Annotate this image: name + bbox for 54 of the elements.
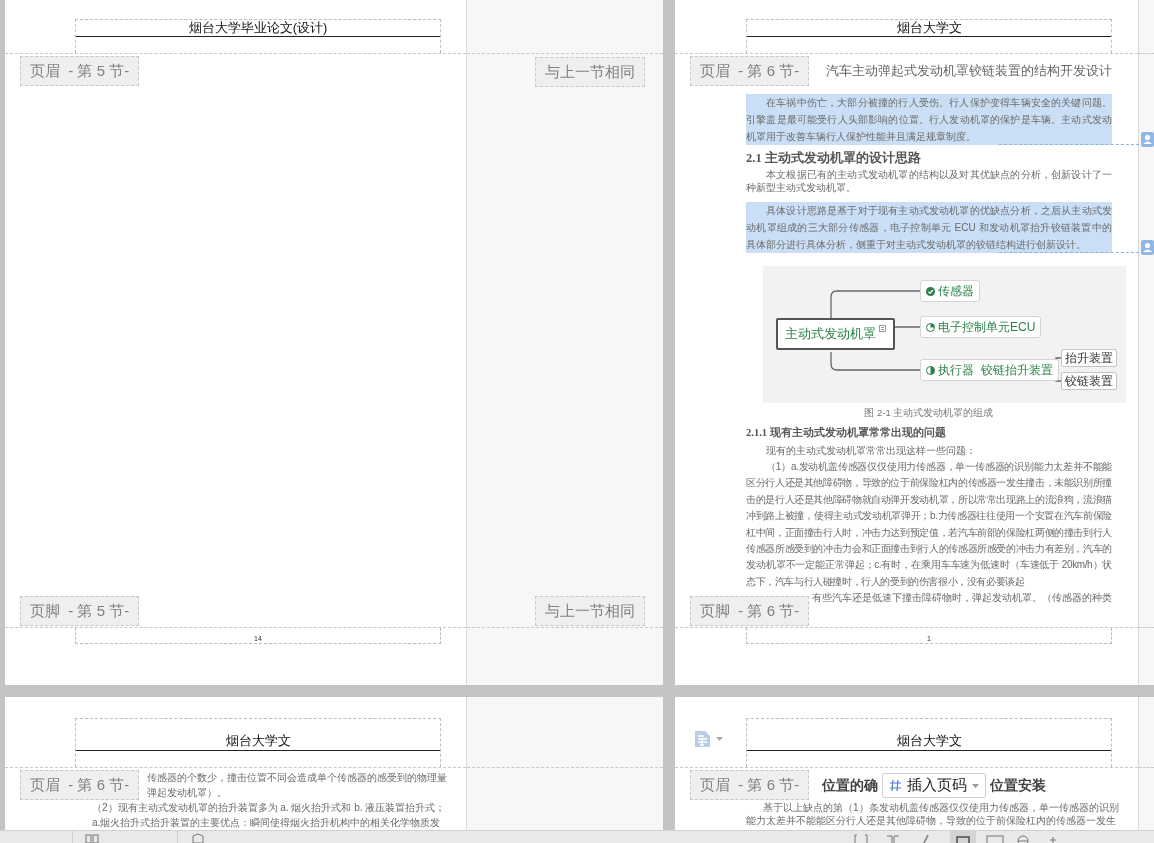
mind-map-root-node: 主动式发动机罩 bbox=[776, 318, 895, 350]
caret-icon bbox=[972, 783, 979, 788]
header-section-label[interactable]: 页眉 - 第 5 节- bbox=[20, 56, 140, 86]
page-icon bbox=[956, 833, 970, 843]
insert-page-number-button[interactable]: 插入页码 bbox=[882, 773, 986, 798]
figure-caption: 图 2-1 主动式发动机罩的组成 bbox=[863, 406, 995, 420]
header-box[interactable]: 烟台大学毕业论文(设计) bbox=[75, 19, 441, 53]
page-number-icon bbox=[889, 779, 902, 792]
header-box[interactable]: 烟台大学文 bbox=[746, 718, 1112, 767]
mind-map-node: 抬升装置 bbox=[1061, 349, 1117, 367]
mind-map-node: 电子控制单元ECU bbox=[920, 316, 1042, 338]
document-icon bbox=[695, 731, 710, 747]
paragraph: 现有的主动式发动机罩常常出现这样一些问题： bbox=[765, 444, 977, 458]
mind-map-node: 铰链装置 bbox=[1061, 372, 1117, 390]
header-title: 烟台大学文 bbox=[76, 719, 440, 751]
mind-map-node: 传感器 bbox=[920, 280, 980, 302]
text-line: a.烟火抬升式抬升装置的主要优点：瞬间使得烟火抬升机构中的相关化学物质发 bbox=[92, 816, 441, 830]
pie-half-icon bbox=[926, 365, 935, 375]
header-section-label[interactable]: 页眉 - 第 6 节- bbox=[20, 770, 140, 800]
caret-icon bbox=[716, 737, 723, 741]
header-options-button[interactable] bbox=[695, 731, 723, 747]
footer-section-label[interactable]: 页脚 - 第 6 节- bbox=[690, 596, 810, 626]
text-line: 能力太差并不能能区分行人还是其他障碍物，导致的位于前保险杠内的传感器一发生 bbox=[746, 814, 1116, 827]
shield-icon bbox=[192, 831, 204, 843]
text-line: 传感器的个数少，撞击位置不同会造成单个传感器的感受到的物理量 bbox=[147, 771, 447, 785]
comment-icon[interactable] bbox=[1141, 132, 1154, 147]
grid-icon bbox=[85, 831, 99, 843]
header-title: 烟台大学毕业论文(设计) bbox=[76, 20, 440, 37]
paragraph: （1）a.发动机盖传感器仅仅使用力传感器，单一传感器的识别能力太差并不能能区分行人还是其他障碍物，导致的位于前保险杠内的传感器一发生撞击，未能识别所撞击的是行人还是其他障碍物就自动弹开发动机罩，所以常常出现路上的流浪狗，流浪猫冲到路上被撞，使得主动式发动机罩弹开；b.力传感器往往使用一个安置在汽车前保险杠中间，正面撞击行人时，冲击力达到预定值，若汽车前部的保险杠两侧的撞击到行人传感器所感受到的冲击力会和正面撞击到行人的传感器所感受的冲击力有差别，汽车的发动机罩不一定能正常弹起；c.有时，在乘用车车速为低速时（车速低于 20km/h）状态下，汽车与行人碰撞时，行人的受到的伤害很小，没有必要谈起 bbox=[746, 460, 1112, 589]
comment-icon[interactable] bbox=[1141, 240, 1154, 255]
document-title: 汽车主动弹起式发动机罩铰链装置的结构开发设计 bbox=[825, 62, 1112, 80]
text-line: 基于以上缺点的第（1）条发动机盖传感器仅仅使用力传感器，单一传感器的识别 bbox=[763, 801, 1119, 814]
header-box[interactable]: 烟台大学文 bbox=[746, 19, 1112, 53]
text-line: 弹起发动机罩）。 bbox=[147, 786, 227, 800]
header-section-label[interactable]: 页眉 - 第 6 节- bbox=[690, 56, 810, 86]
section-heading: 2.1 主动式发动机罩的设计思路 bbox=[746, 149, 922, 167]
heading-text: 位置的确 bbox=[822, 776, 878, 795]
mind-map-node: 执行器 铰链抬升装置 bbox=[920, 359, 1059, 381]
pie-quarter-icon bbox=[926, 322, 935, 332]
text-line: （2）现有主动式发动机罩的抬升装置多为 a. 烟火抬升式和 b. 液压装置抬升式； bbox=[92, 801, 446, 815]
note-icon bbox=[879, 325, 886, 332]
same-as-previous-label[interactable]: 与上一节相同 bbox=[535, 57, 645, 87]
header-section-label[interactable]: 页眉 - 第 6 节- bbox=[690, 770, 810, 800]
text-line: 有些汽车还是低速下撞击障碍物时，弹起发动机罩。（传感器的种类 bbox=[812, 591, 1112, 606]
subsection-heading: 2.1.1 现有主动式发动机罩常常出现的问题 bbox=[746, 425, 947, 440]
check-circle-icon bbox=[926, 286, 935, 296]
heading-text: 位置安装 bbox=[990, 776, 1046, 795]
header-title: 烟台大学文 bbox=[747, 20, 1111, 37]
footer-section-label[interactable]: 页脚 - 第 5 节- bbox=[20, 596, 140, 626]
header-box[interactable]: 烟台大学文 bbox=[75, 718, 441, 767]
same-as-previous-label[interactable]: 与上一节相同 bbox=[535, 596, 645, 626]
header-title: 烟台大学文 bbox=[747, 719, 1111, 751]
bracket-icon[interactable] bbox=[854, 831, 868, 843]
paragraph: 本文根据已有的主动式发动机罩的结构以及对其优缺点的分析，创新设计了一种新型主动式发动机罩。 bbox=[746, 168, 1112, 194]
